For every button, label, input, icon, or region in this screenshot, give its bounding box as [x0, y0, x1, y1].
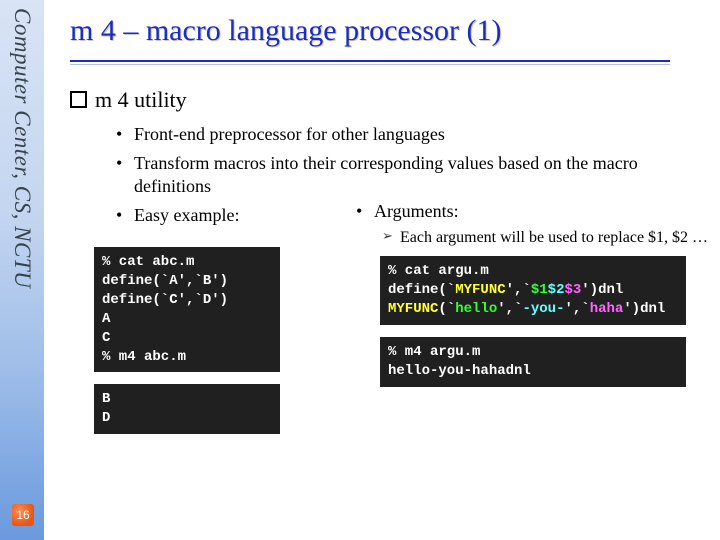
title-underline	[70, 60, 670, 65]
section-heading-text: m 4 utility	[95, 87, 187, 112]
bullet-item: Front-end preprocessor for other languag…	[116, 123, 712, 146]
arguments-heading: Arguments:	[356, 201, 712, 222]
sidebar-label: Computer Center, CS, NCTU	[9, 8, 35, 288]
left-column: % cat abc.m define(`A',`B') define(`C',`…	[70, 201, 320, 434]
code-block-abc-m: % cat abc.m define(`A',`B') define(`C',`…	[94, 247, 280, 372]
square-bullet-icon	[70, 91, 87, 108]
section-heading: m 4 utility	[70, 87, 712, 113]
arguments-sub: Each argument will be used to replace $1…	[382, 228, 712, 248]
right-column: Arguments: Each argument will be used to…	[356, 201, 712, 434]
slide-content: m 4 – macro language processor (1) m 4 u…	[70, 0, 712, 540]
example-columns: % cat abc.m define(`A',`B') define(`C',`…	[70, 201, 712, 434]
code-block-argu-output: % m4 argu.m hello-you-hahadnl	[380, 337, 686, 387]
sidebar: Computer Center, CS, NCTU	[0, 0, 44, 540]
bullet-item: Transform macros into their correspondin…	[116, 152, 712, 198]
page-number-badge: 16	[12, 504, 34, 526]
slide-title: m 4 – macro language processor (1)	[70, 14, 712, 48]
code-block-abc-output: B D	[94, 384, 280, 434]
code-block-argu-m: % cat argu.m define(`MYFUNC',`$1$2$3')dn…	[380, 256, 686, 325]
